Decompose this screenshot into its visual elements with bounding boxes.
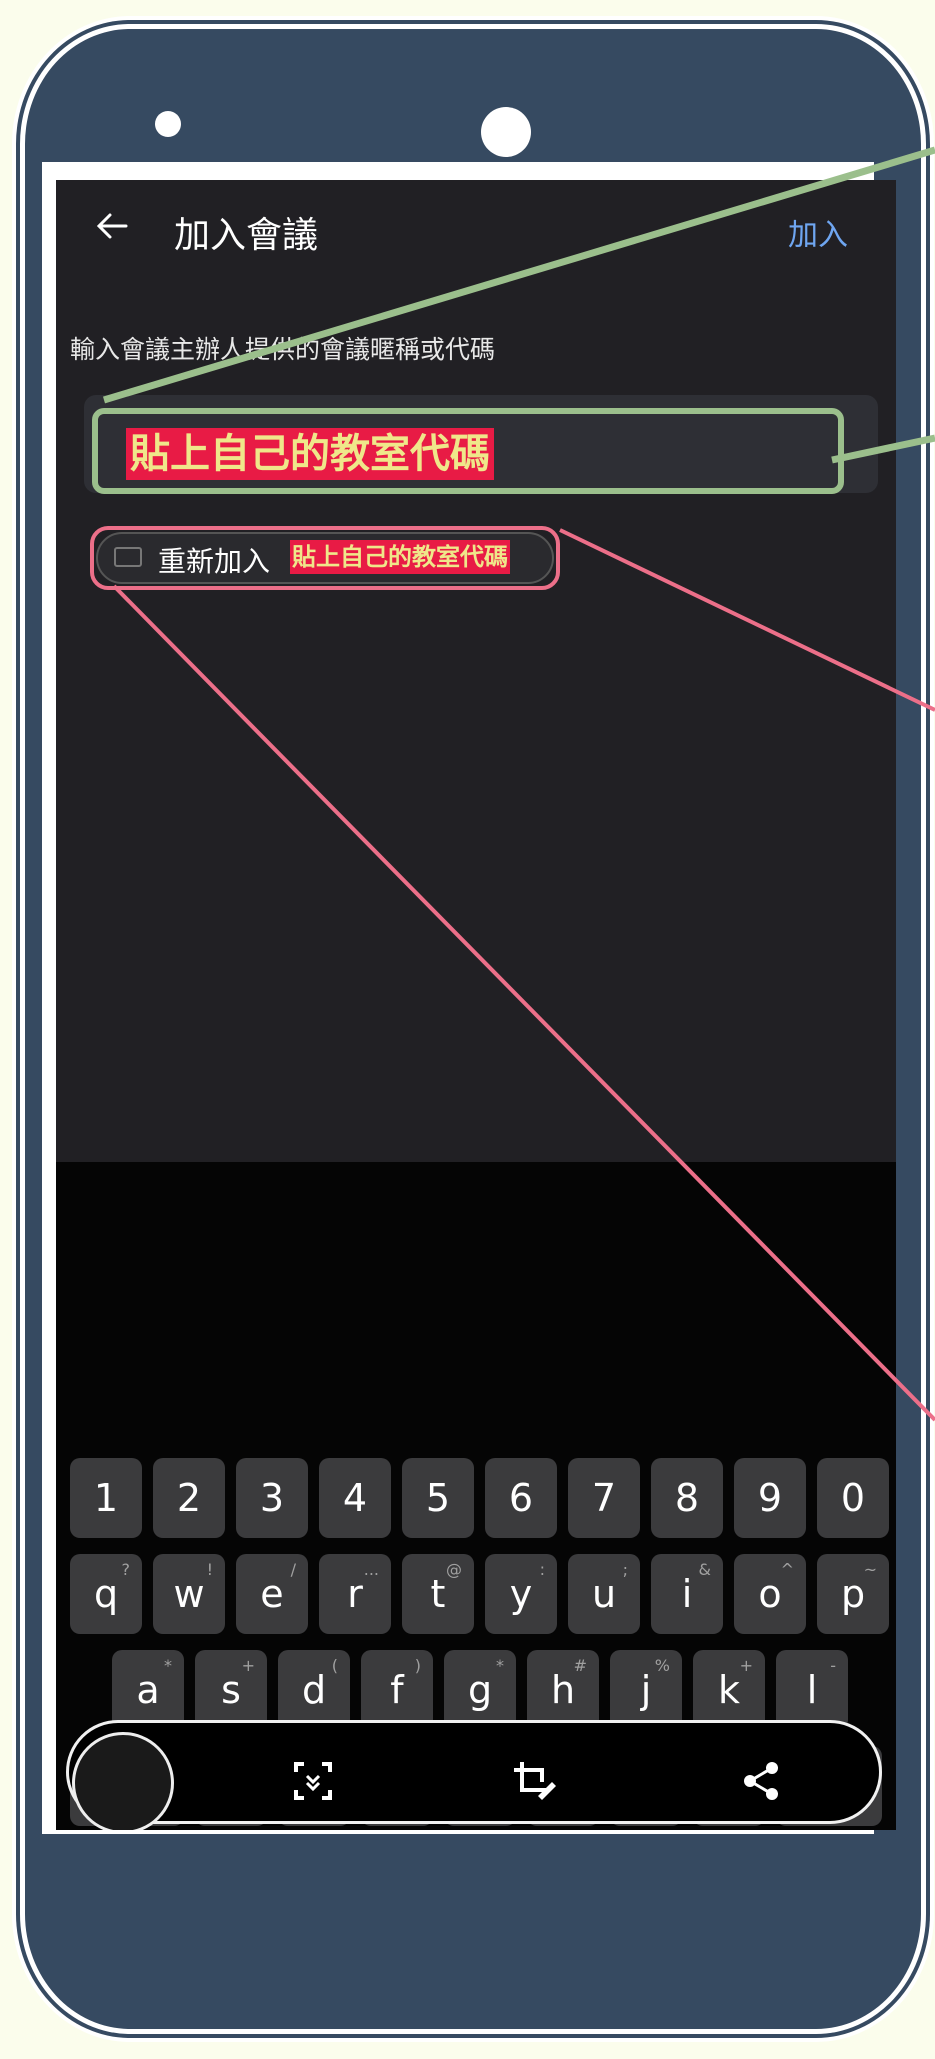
key-label: u [591,1572,617,1616]
key-label: s [221,1668,241,1712]
key-label: 4 [342,1476,368,1520]
key-hint: % [654,1656,670,1675]
key-label: 0 [840,1476,866,1520]
key-j[interactable]: j% [610,1650,682,1730]
key-s[interactable]: s + [195,1650,267,1730]
key-9[interactable]: 9 [734,1458,806,1538]
key-label: y [509,1572,533,1616]
phone-camera [481,107,531,157]
key-label: o [758,1572,782,1616]
key-r[interactable]: r... [319,1554,391,1634]
key-label: t [430,1572,446,1616]
key-hint: * [164,1656,172,1675]
key-label: j [640,1668,652,1712]
share-icon[interactable] [736,1756,786,1806]
key-4[interactable]: 4 [319,1458,391,1538]
key-label: f [390,1668,404,1712]
key-label: 3 [259,1476,285,1520]
key-label: q [93,1572,119,1616]
key-1[interactable]: 1 [70,1458,142,1538]
key-7[interactable]: 7 [568,1458,640,1538]
arrow-left-icon[interactable] [92,206,132,246]
key-o[interactable]: o ^ [734,1554,806,1634]
key-p[interactable]: p ~ [817,1554,889,1634]
helper-text: 輸入會議主辦人提供的會議暱稱或代碼 [70,335,496,364]
key-t[interactable]: t @ [402,1554,474,1634]
key-label: p [840,1572,866,1616]
key-3[interactable]: 3 [236,1458,308,1538]
app-bar: 加入會議 加入 [56,180,896,280]
key-label: 2 [176,1476,202,1520]
key-i[interactable]: i & [651,1554,723,1634]
key-u[interactable]: u; [568,1554,640,1634]
key-hint: ... [363,1560,379,1579]
key-label: 6 [508,1476,534,1520]
key-label: g [467,1668,493,1712]
key-label: a [136,1668,160,1712]
key-label: d [301,1668,327,1712]
key-label: k [717,1668,740,1712]
key-f[interactable]: f) [361,1650,433,1730]
key-h[interactable]: h # [527,1650,599,1730]
key-d[interactable]: d( [278,1650,350,1730]
key-hint: * [496,1656,504,1675]
key-hint: + [241,1656,255,1675]
key-hint: & [698,1560,711,1579]
key-hint: # [573,1656,587,1675]
key-8[interactable]: 8 [651,1458,723,1538]
key-label: h [550,1668,576,1712]
key-hint: - [830,1656,836,1675]
key-0[interactable]: 0 [817,1458,889,1538]
key-label: e [260,1572,284,1616]
key-hint: ~ [863,1560,877,1579]
scan-icon[interactable] [288,1756,338,1806]
key-5[interactable]: 5 [402,1458,474,1538]
meeting-code-value: 貼上自己的教室代碼 [126,428,494,480]
screenshot-thumbnail[interactable] [72,1732,174,1830]
phone-sensor [155,111,181,137]
key-label: 7 [591,1476,617,1520]
key-hint: ^ [780,1560,794,1579]
key-hint: / [290,1560,296,1579]
key-e[interactable]: e / [236,1554,308,1634]
page-title: 加入會議 [174,215,319,256]
join-button[interactable]: 加入 [788,210,848,254]
key-g[interactable]: g * [444,1650,516,1730]
key-w[interactable]: w! [153,1554,225,1634]
key-a[interactable]: a * [112,1650,184,1730]
key-6[interactable]: 6 [485,1458,557,1538]
rejoin-label: 重新加入 [158,545,271,578]
key-label: 9 [757,1476,783,1520]
key-hint: ) [414,1656,421,1675]
key-hint: ? [121,1560,131,1579]
key-hint: ( [331,1656,338,1675]
key-hint: ; [622,1560,628,1579]
key-label: r [347,1572,363,1616]
rejoin-code: 貼上自己的教室代碼 [290,540,510,574]
key-label: 8 [674,1476,700,1520]
key-hint: + [739,1656,753,1675]
crop-edit-icon[interactable] [508,1756,558,1806]
key-hint: @ [446,1560,462,1579]
key-label: 1 [93,1476,119,1520]
keyboard-icon [114,547,142,567]
key-k[interactable]: k + [693,1650,765,1730]
key-hint: : [539,1560,545,1579]
app-screen: 加入會議 加入 輸入會議主辦人提供的會議暱稱或代碼 貼上自己的教室代碼 重新加入… [56,180,896,1830]
key-hint: ! [206,1560,213,1579]
key-y[interactable]: y: [485,1554,557,1634]
key-q[interactable]: q? [70,1554,142,1634]
key-label: w [173,1572,205,1616]
key-2[interactable]: 2 [153,1458,225,1538]
key-l[interactable]: l- [776,1650,848,1730]
key-label: 5 [425,1476,451,1520]
key-label: l [806,1668,818,1712]
key-label: i [681,1572,693,1616]
